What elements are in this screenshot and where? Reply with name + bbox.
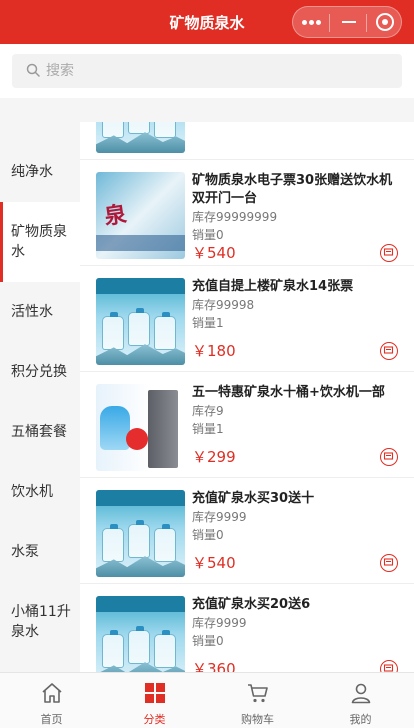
add-to-cart-button[interactable] (380, 554, 398, 572)
category-label: 水泵 (11, 544, 39, 560)
category-label: 饮水机 (11, 484, 53, 500)
product-price: ￥540 (192, 244, 236, 262)
water-bottles-image (96, 596, 185, 672)
search-input[interactable] (46, 54, 386, 88)
cart-icon (248, 684, 268, 703)
product-item[interactable]: 充值矿泉水买30送十 库存9999 销量0 ￥540 (80, 478, 414, 584)
product-name: 矿物质泉水电子票30张赠送饮水机双开门一台 (192, 173, 393, 206)
more-dots-icon (302, 20, 322, 26)
mini-program-capsule (292, 6, 402, 38)
category-icon (145, 683, 165, 703)
close-target-icon (376, 13, 394, 31)
water-bottles-image (96, 278, 185, 365)
category-label: 积分兑换 (11, 364, 67, 380)
water-dispenser-image (96, 384, 185, 471)
category-label: 纯净水 (11, 164, 53, 180)
navigation-bar: 矿物质泉水 (0, 0, 414, 44)
home-icon (42, 683, 62, 703)
product-name: 充值自提上楼矿泉水14张票 (192, 279, 354, 294)
category-item[interactable]: 饮水机 (0, 462, 80, 522)
product-item[interactable] (80, 122, 414, 160)
tab-home[interactable]: 首页 (0, 673, 103, 728)
product-sales: 销量0 (192, 634, 224, 648)
water-bottles-image (96, 490, 185, 577)
product-name: 充值矿泉水买30送十 (192, 491, 315, 506)
category-label: 矿物质泉水 (11, 224, 67, 260)
product-list: 泉 矿物质泉水电子票30张赠送饮水机双开门一台 库存99999999 销量0 ￥… (80, 122, 414, 672)
product-name: 充值矿泉水买20送6 (192, 597, 311, 612)
product-price: ￥299 (192, 448, 236, 466)
minimize-button[interactable] (330, 7, 366, 37)
product-item[interactable]: 泉 矿物质泉水电子票30张赠送饮水机双开门一台 库存99999999 销量0 ￥… (80, 160, 414, 266)
add-to-cart-button[interactable] (380, 660, 398, 672)
category-label: 五桶套餐 (11, 424, 67, 440)
tab-label: 首页 (40, 713, 63, 726)
cart-icon (383, 248, 394, 256)
category-sidebar: 纯净水 矿物质泉水 活性水 积分兑换 五桶套餐 饮水机 水泵 小桶11升泉水 (0, 142, 80, 672)
tab-label: 购物车 (241, 713, 274, 726)
category-item[interactable]: 纯净水 (0, 142, 80, 202)
more-button[interactable] (293, 7, 329, 37)
add-to-cart-button[interactable] (380, 244, 398, 262)
mineral-water-ticket-image: 泉 (96, 172, 185, 259)
cart-icon (383, 452, 394, 460)
product-sales: 销量0 (192, 228, 224, 242)
product-sales: 销量0 (192, 528, 224, 542)
search-box[interactable] (12, 54, 402, 88)
user-icon (351, 683, 371, 704)
add-to-cart-button[interactable] (380, 342, 398, 360)
product-stock: 库存99999999 (192, 210, 278, 224)
app-root: 矿物质泉水 纯净水 (0, 0, 414, 728)
category-item-active[interactable]: 矿物质泉水 (0, 202, 80, 282)
tab-mine[interactable]: 我的 (309, 673, 412, 728)
product-price: ￥360 (192, 660, 236, 672)
category-label: 活性水 (11, 304, 53, 320)
category-label: 小桶11升泉水 (11, 604, 71, 640)
product-item[interactable]: 五一特惠矿泉水十桶+饮水机一部 库存9 销量1 ￥299 (80, 372, 414, 478)
product-name: 五一特惠矿泉水十桶+饮水机一部 (192, 385, 385, 400)
search-icon (26, 63, 40, 77)
close-button[interactable] (367, 7, 403, 37)
tab-category[interactable]: 分类 (103, 673, 206, 728)
product-sales: 销量1 (192, 316, 224, 330)
product-stock: 库存9999 (192, 616, 247, 630)
cart-icon (383, 664, 394, 672)
tab-label: 我的 (349, 713, 372, 726)
category-item[interactable]: 五桶套餐 (0, 402, 80, 462)
product-item[interactable]: 充值矿泉水买20送6 库存9999 销量0 ￥360 (80, 584, 414, 672)
search-area (0, 44, 414, 98)
product-price: ￥180 (192, 342, 236, 360)
tab-cart[interactable]: 购物车 (206, 673, 309, 728)
product-item[interactable]: 充值自提上楼矿泉水14张票 库存99998 销量1 ￥180 (80, 266, 414, 372)
cart-icon (383, 558, 394, 566)
bottom-tab-bar: 首页 分类 购物车 我的 (0, 672, 414, 728)
tab-label: 分类 (143, 713, 166, 726)
product-stock: 库存9999 (192, 510, 247, 524)
add-to-cart-button[interactable] (380, 448, 398, 466)
product-price: ￥540 (192, 554, 236, 572)
product-stock: 库存99998 (192, 298, 255, 312)
water-bottles-image (96, 122, 185, 153)
minimize-icon (342, 21, 356, 23)
category-item[interactable]: 小桶11升泉水 (0, 582, 80, 662)
category-item[interactable]: 积分兑换 (0, 342, 80, 402)
category-item[interactable]: 水泵 (0, 522, 80, 582)
category-item[interactable]: 活性水 (0, 282, 80, 342)
cart-icon (383, 346, 394, 354)
product-sales: 销量1 (192, 422, 224, 436)
product-stock: 库存9 (192, 404, 224, 418)
